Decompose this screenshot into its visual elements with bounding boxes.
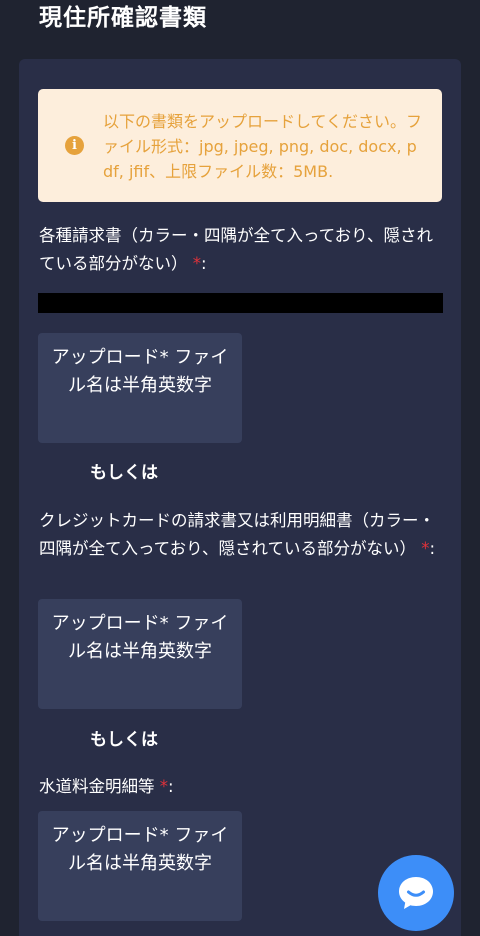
field-label-suffix: : — [429, 539, 436, 558]
upload-button-invoice[interactable]: アップロード* ファイル名は半角英数字 — [38, 333, 242, 443]
field-label-text: クレジットカードの請求書又は利用明細書（カラー・四隅が全て入っており、隠されてい… — [39, 511, 435, 558]
upload-button-credit-card-statement[interactable]: アップロード* ファイル名は半角英数字 — [38, 599, 242, 709]
field-label-invoice: 各種請求書（カラー・四隅が全て入っており、隠されている部分がない） *: — [39, 222, 439, 278]
required-mark: * — [192, 254, 201, 273]
field-label-credit-card-statement: クレジットカードの請求書又は利用明細書（カラー・四隅が全て入っており、隠されてい… — [39, 507, 439, 563]
field-label-water-bill: 水道料金明細等 *: — [39, 773, 439, 801]
chat-button[interactable] — [378, 855, 454, 931]
field-label-suffix: : — [201, 254, 207, 273]
page: 現住所確認書類 i 以下の書類をアップロードしてください。ファイル形式：jpg,… — [0, 0, 480, 936]
field-label-text: 水道料金明細等 — [39, 777, 155, 796]
info-icon: i — [65, 136, 84, 155]
redaction-bar — [38, 293, 443, 313]
chat-bubble-icon — [399, 877, 433, 909]
required-mark: * — [421, 539, 430, 558]
or-separator: もしくは — [90, 730, 158, 750]
field-label-text: 各種請求書（カラー・四隅が全て入っており、隠されている部分がない） — [39, 226, 434, 273]
upload-notice: i 以下の書類をアップロードしてください。ファイル形式：jpg, jpeg, p… — [38, 89, 442, 202]
page-title: 現住所確認書類 — [39, 5, 207, 31]
or-separator: もしくは — [90, 463, 158, 483]
upload-button-water-bill[interactable]: アップロード* ファイル名は半角英数字 — [38, 811, 242, 921]
document-upload-card: i 以下の書類をアップロードしてください。ファイル形式：jpg, jpeg, p… — [19, 59, 461, 936]
required-mark: * — [159, 777, 168, 796]
notice-text: 以下の書類をアップロードしてください。ファイル形式：jpg, jpeg, png… — [103, 112, 423, 181]
field-label-suffix: : — [168, 777, 174, 796]
